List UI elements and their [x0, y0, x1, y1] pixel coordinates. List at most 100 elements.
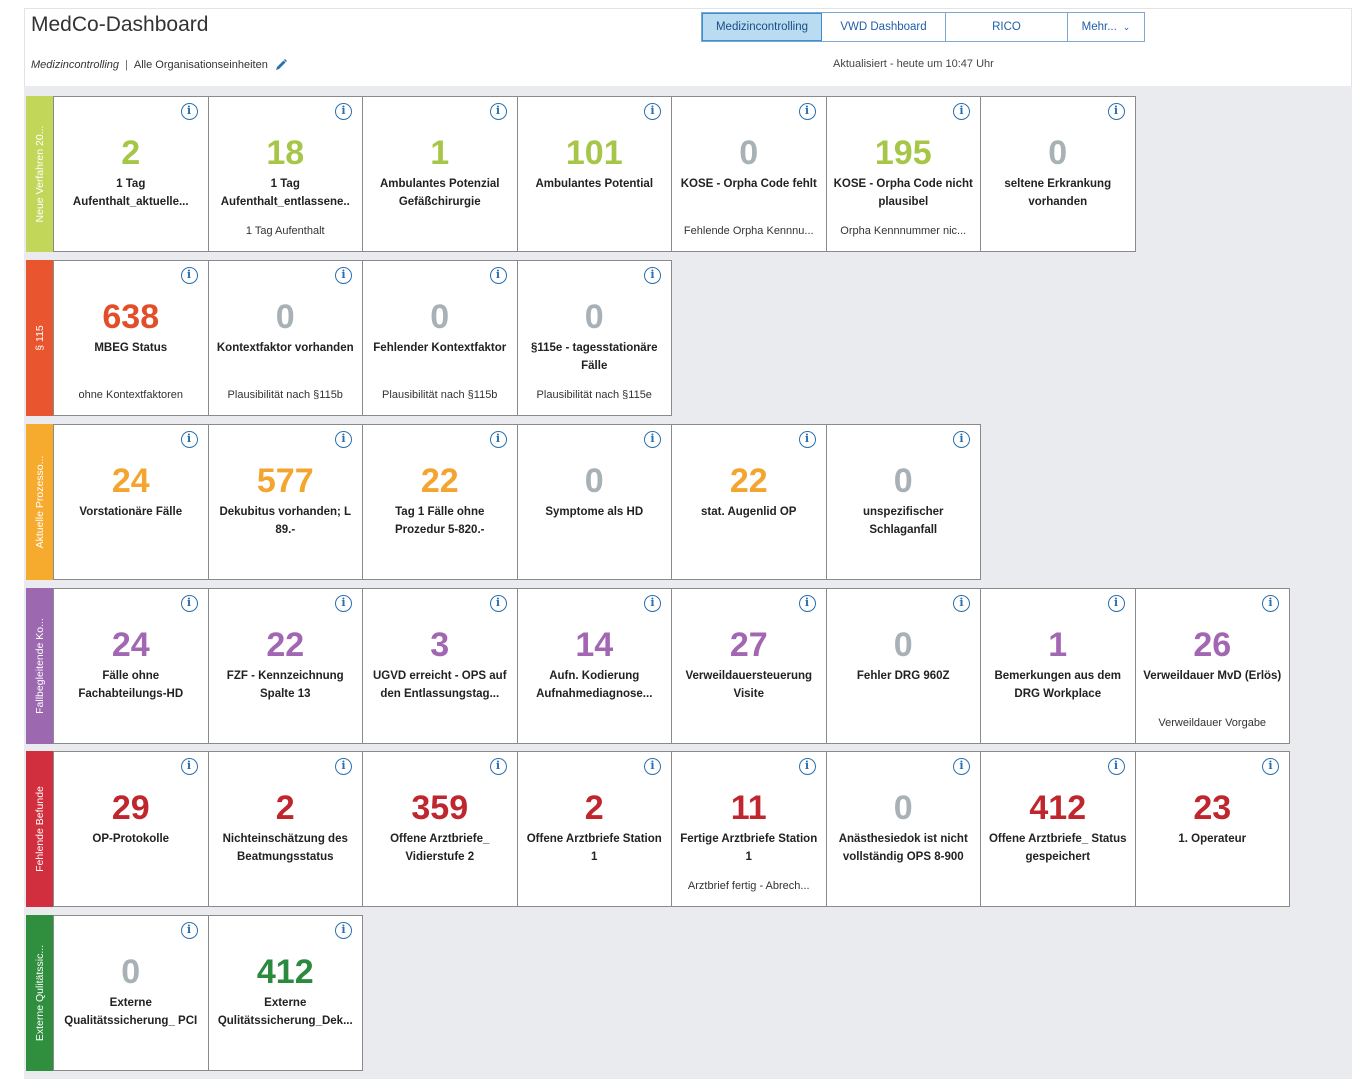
info-icon[interactable]: i	[953, 103, 970, 120]
info-icon[interactable]: i	[1262, 758, 1279, 775]
kpi-label: Fälle ohne Fachabteilungs-HD	[78, 670, 184, 700]
kpi-value: 11	[730, 789, 767, 827]
kpi-tile[interactable]: i 638 MBEG Status ohne Kontextfaktoren	[53, 260, 209, 416]
kpi-value: 0	[430, 298, 450, 336]
kpi-tile[interactable]: i 24 Vorstationäre Fälle	[53, 424, 209, 580]
kpi-tile[interactable]: i 412 Externe Qulitätssicherung_Dek...	[207, 915, 363, 1071]
kpi-tile[interactable]: i 412 Offene Arztbriefe_ Status gespeicher…	[980, 751, 1136, 907]
info-icon[interactable]: i	[180, 595, 198, 612]
org-unit-label: Alle Organisationseinheiten	[133, 59, 268, 71]
tab-more-label: Mehr...	[1081, 21, 1117, 33]
info-icon[interactable]: i	[798, 103, 816, 120]
info-icon[interactable]: i	[1262, 595, 1279, 612]
kpi-tile[interactable]: i 195 KOSE - Orpha Code nicht plausibel Orp…	[825, 96, 981, 252]
kpi-value: 22	[420, 462, 459, 500]
info-icon[interactable]: i	[180, 431, 198, 448]
info-icon[interactable]: i	[644, 595, 661, 612]
info-icon[interactable]: i	[953, 758, 970, 775]
category-band-label: Externe Qulitätssic...	[34, 944, 46, 1042]
kpi-tile[interactable]: i 18 1 Tag Aufenthalt_entlassene.. 1 Tag Au…	[207, 96, 363, 252]
info-icon[interactable]: i	[489, 103, 507, 120]
kpi-tile[interactable]: i 0 Externe Qualitätssicherung_ PCI	[53, 915, 209, 1071]
info-icon[interactable]: i	[953, 595, 970, 612]
info-icon[interactable]: i	[644, 431, 661, 448]
kpi-value: 24	[111, 626, 150, 664]
info-icon[interactable]: i	[335, 922, 352, 939]
tile-row: Aktuelle Prozesso... i 24 Vorstationäre Fäl…	[26, 424, 981, 580]
kpi-label: Symptome als HD	[545, 506, 644, 518]
info-icon[interactable]: i	[335, 267, 352, 284]
kpi-tile[interactable]: i 3 UGVD erreicht - OPS auf den Entlassung…	[362, 588, 518, 744]
info-icon[interactable]: i	[1107, 103, 1125, 120]
kpi-tile[interactable]: i 0 §115e - tagesstationäre Fälle Plausibil…	[516, 260, 672, 416]
kpi-tile[interactable]: i 1 Bemerkungen aus dem DRG Workplace	[980, 588, 1136, 744]
kpi-tile[interactable]: i 0 Anästhesiedok ist nicht vollständig OP…	[825, 751, 981, 907]
info-icon[interactable]: i	[1107, 595, 1125, 612]
kpi-value: 0	[893, 626, 913, 664]
tab-medizincontrolling[interactable]: Medizincontrolling	[702, 13, 822, 41]
info-icon[interactable]: i	[180, 922, 198, 939]
category-band-label: § 115	[34, 325, 46, 351]
kpi-tile[interactable]: i 2 1 Tag Aufenthalt_aktuelle...	[53, 96, 209, 252]
tab-more[interactable]: Mehr... ⌄	[1068, 13, 1144, 41]
kpi-tile[interactable]: i 101 Ambulantes Potential	[516, 96, 672, 252]
info-icon[interactable]: i	[644, 267, 661, 284]
kpi-tile[interactable]: i 0 Fehlender Kontextfaktor Plausibilität n…	[362, 260, 518, 416]
tab-rico[interactable]: RICO	[946, 13, 1068, 41]
kpi-tile[interactable]: i 22 stat. Augenlid OP	[671, 424, 827, 580]
context-separator: |	[125, 59, 128, 71]
info-icon[interactable]: i	[180, 103, 198, 120]
kpi-tile[interactable]: i 26 Verweildauer MvD (Erlös) Verweildauer …	[1134, 588, 1290, 744]
category-band-label: Aktuelle Prozesso...	[34, 455, 46, 549]
info-icon[interactable]: i	[798, 758, 816, 775]
info-icon[interactable]: i	[798, 431, 816, 448]
info-icon[interactable]: i	[335, 758, 352, 775]
info-icon[interactable]: i	[335, 595, 352, 612]
kpi-tile[interactable]: i 27 Verweildauersteuerung Visite	[671, 588, 827, 744]
kpi-tile[interactable]: i 0 Fehler DRG 960Z	[825, 588, 981, 744]
kpi-label: FZF - Kennzeichnung Spalte 13	[226, 670, 344, 700]
kpi-value: 2	[121, 134, 141, 172]
kpi-tile[interactable]: i 1 Ambulantes Potenzial Gefäßchirurgie	[362, 96, 518, 252]
kpi-tile[interactable]: i 0 Kontextfaktor vorhanden Plausibilität n…	[207, 260, 363, 416]
kpi-tile[interactable]: i 29 OP-Protokolle	[53, 751, 209, 907]
kpi-label: 1 Tag Aufenthalt_entlassene..	[220, 178, 350, 208]
info-icon[interactable]: i	[489, 595, 507, 612]
kpi-tile[interactable]: i 0 KOSE - Orpha Code fehlt Fehlende Orpha …	[671, 96, 827, 252]
info-icon[interactable]: i	[335, 431, 352, 448]
info-icon[interactable]: i	[180, 267, 198, 284]
info-icon[interactable]: i	[798, 595, 816, 612]
kpi-tile[interactable]: i 24 Fälle ohne Fachabteilungs-HD	[53, 588, 209, 744]
kpi-label: MBEG Status	[94, 342, 168, 354]
kpi-value: 638	[102, 298, 160, 336]
kpi-tile[interactable]: i 0 seltene Erkrankung vorhanden	[980, 96, 1136, 252]
kpi-tile[interactable]: i 2 Nichteinschätzung des Beatmungsstatus	[207, 751, 363, 907]
info-icon[interactable]: i	[489, 431, 507, 448]
info-icon[interactable]: i	[335, 103, 352, 120]
info-icon[interactable]: i	[953, 431, 970, 448]
kpi-tile[interactable]: i 14 Aufn. Kodierung Aufnahmediagnose...	[516, 588, 672, 744]
kpi-label: Verweildauer MvD (Erlös)	[1143, 670, 1282, 682]
kpi-tile[interactable]: i 22 FZF - Kennzeichnung Spalte 13	[207, 588, 363, 744]
info-icon[interactable]: i	[489, 758, 507, 775]
kpi-tile[interactable]: i 2 Offene Arztbriefe Station 1	[516, 751, 672, 907]
kpi-tile[interactable]: i 359 Offene Arztbriefe_ Vidierstufe 2	[362, 751, 518, 907]
kpi-tile[interactable]: i 577 Dekubitus vorhanden; L 89.-	[207, 424, 363, 580]
kpi-tile[interactable]: i 23 1. Operateur	[1134, 751, 1290, 907]
kpi-tile[interactable]: i 22 Tag 1 Fälle ohne Prozedur 5-820.-	[362, 424, 518, 580]
info-icon[interactable]: i	[489, 267, 507, 284]
info-icon[interactable]: i	[644, 758, 661, 775]
kpi-value: 412	[256, 953, 314, 991]
edit-pencil-icon[interactable]	[274, 58, 288, 72]
info-icon[interactable]: i	[1107, 758, 1125, 775]
dashboard-tabs: Medizincontrolling VWD Dashboard RICO Me…	[701, 12, 1145, 42]
info-icon[interactable]: i	[180, 758, 198, 775]
kpi-tile[interactable]: i 11 Fertige Arztbriefe Station 1 Arztbrief…	[671, 751, 827, 907]
kpi-tile[interactable]: i 0 unspezifischer Schlaganfall	[825, 424, 981, 580]
tab-vwd-dashboard[interactable]: VWD Dashboard	[822, 13, 946, 41]
kpi-label: UGVD erreicht - OPS auf den Entlassungst…	[372, 670, 507, 700]
kpi-tile[interactable]: i 0 Symptome als HD	[516, 424, 672, 580]
kpi-label: stat. Augenlid OP	[701, 506, 797, 518]
info-icon[interactable]: i	[644, 103, 661, 120]
category-band: Fehlende Befunde	[26, 751, 54, 907]
